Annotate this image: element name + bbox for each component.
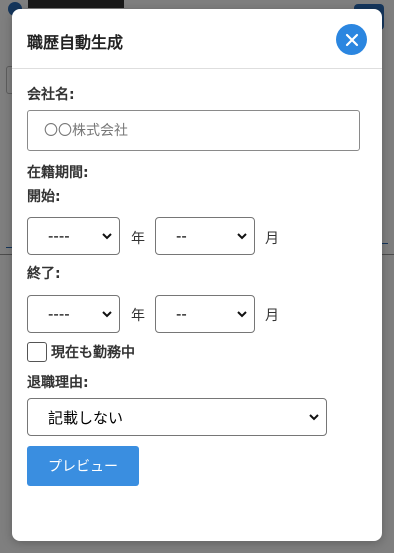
chevron-down-icon — [237, 233, 247, 240]
company-name-label: 会社名: — [27, 87, 75, 103]
currently-employed-label[interactable]: 現在も勤務中 — [51, 342, 135, 362]
retirement-reason-label: 退職理由: — [27, 375, 89, 391]
modal-header: 職歴自動生成 — [12, 9, 382, 69]
start-month-unit: 月 — [265, 231, 279, 247]
end-label: 終了: — [27, 266, 61, 282]
chevron-down-icon — [309, 414, 319, 421]
currently-employed-checkbox[interactable] — [27, 342, 47, 362]
start-label: 開始: — [27, 189, 61, 205]
start-month-value: -- — [176, 227, 187, 245]
currently-employed-row[interactable]: 現在も勤務中 — [27, 342, 135, 362]
chevron-down-icon — [102, 311, 112, 318]
modal-title: 職歴自動生成 — [27, 33, 124, 52]
retirement-reason-value: 記載しない — [48, 408, 124, 427]
start-year-value: ---- — [48, 227, 70, 245]
chevron-down-icon — [102, 233, 112, 240]
end-month-select[interactable]: -- — [155, 295, 255, 333]
close-button[interactable] — [336, 24, 367, 55]
career-generator-modal: 職歴自動生成 会社名: 在籍期間: 開始: ---- 年 -- 月 終了: --… — [12, 9, 382, 541]
end-year-select[interactable]: ---- — [27, 295, 120, 333]
start-year-select[interactable]: ---- — [27, 217, 120, 255]
close-icon — [345, 33, 358, 46]
period-label: 在籍期間: — [27, 165, 89, 181]
chevron-down-icon — [237, 311, 247, 318]
start-year-unit: 年 — [131, 231, 145, 247]
retirement-reason-select[interactable]: 記載しない — [27, 398, 327, 436]
end-month-unit: 月 — [265, 308, 279, 324]
preview-button[interactable]: プレビュー — [27, 446, 139, 486]
company-name-input[interactable] — [27, 110, 360, 151]
end-year-unit: 年 — [131, 308, 145, 324]
end-year-value: ---- — [48, 305, 70, 323]
start-month-select[interactable]: -- — [155, 217, 255, 255]
end-month-value: -- — [176, 305, 187, 323]
